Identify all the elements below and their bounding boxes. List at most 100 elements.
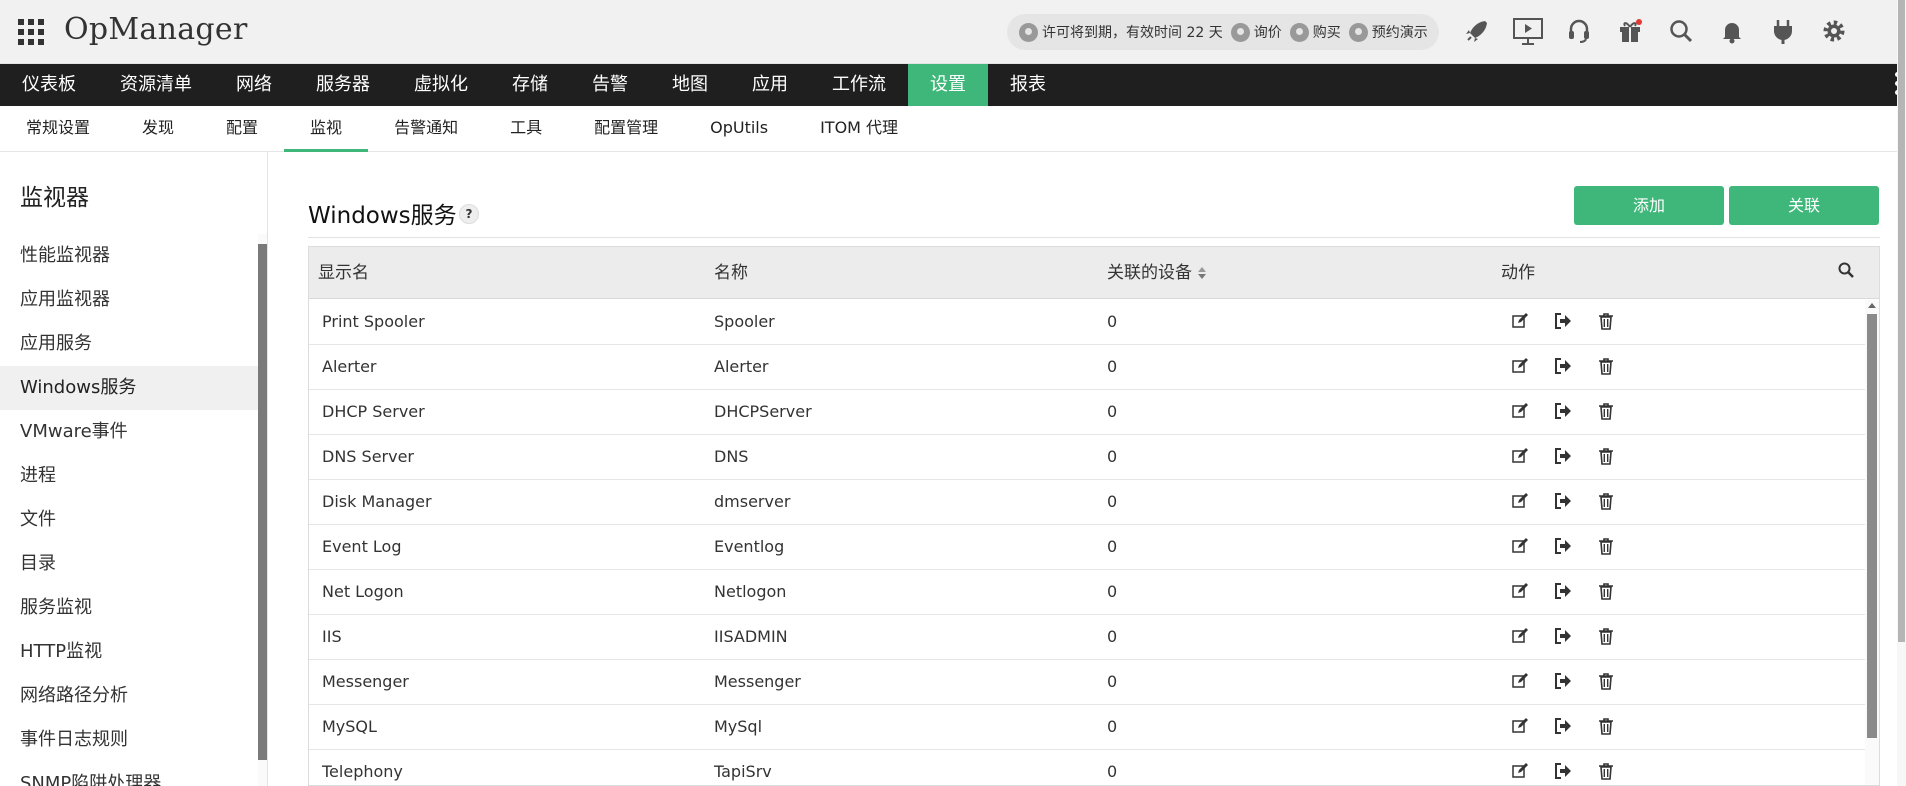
edit-icon[interactable] <box>1511 312 1531 332</box>
sidebar-scroll-thumb[interactable] <box>258 244 267 760</box>
trash-icon[interactable] <box>1597 312 1617 332</box>
sidebar-item[interactable]: VMware事件 <box>0 410 258 454</box>
sidebar-item[interactable]: 事件日志规则 <box>0 718 258 762</box>
trash-icon[interactable] <box>1597 447 1617 467</box>
table-row[interactable]: MySQL MySql 0 <box>309 705 1865 750</box>
move-icon[interactable] <box>1554 492 1574 512</box>
main-nav-item[interactable]: 应用 <box>730 64 810 106</box>
move-icon[interactable] <box>1554 672 1574 692</box>
sidebar-item[interactable]: SNMP陷阱处理器 <box>0 762 258 786</box>
scroll-up-arrow-icon[interactable] <box>1868 303 1876 308</box>
table-row[interactable]: Telephony TapiSrv 0 <box>309 750 1865 785</box>
move-icon[interactable] <box>1554 717 1574 737</box>
edit-icon[interactable] <box>1511 582 1531 602</box>
table-scrollbar[interactable] <box>1865 300 1879 785</box>
trash-icon[interactable] <box>1597 357 1617 377</box>
column-header-display-name[interactable]: 显示名 <box>318 247 369 299</box>
main-nav-item[interactable]: 告警 <box>570 64 650 106</box>
headset-icon[interactable] <box>1562 14 1596 48</box>
sidebar-item[interactable]: 应用服务 <box>0 322 258 366</box>
sub-nav-item[interactable]: 常规设置 <box>0 106 116 152</box>
gear-icon[interactable] <box>1817 14 1851 48</box>
trash-icon[interactable] <box>1597 492 1617 512</box>
main-nav-item[interactable]: 网络 <box>214 64 294 106</box>
main-nav-item[interactable]: 服务器 <box>294 64 392 106</box>
edit-icon[interactable] <box>1511 357 1531 377</box>
main-nav-item[interactable]: 虚拟化 <box>392 64 490 106</box>
help-icon[interactable]: ? <box>459 204 479 224</box>
sidebar-scrollbar[interactable] <box>258 234 267 786</box>
sub-nav-item[interactable]: 配置 <box>200 106 284 152</box>
add-button[interactable]: 添加 <box>1574 186 1724 225</box>
demo-link[interactable]: 预约演示 <box>1348 22 1428 42</box>
trash-icon[interactable] <box>1597 582 1617 602</box>
sidebar-item[interactable]: 文件 <box>0 498 258 542</box>
edit-icon[interactable] <box>1511 447 1531 467</box>
edit-icon[interactable] <box>1511 537 1531 557</box>
table-row[interactable]: IIS IISADMIN 0 <box>309 615 1865 660</box>
table-row[interactable]: Event Log Eventlog 0 <box>309 525 1865 570</box>
presentation-icon[interactable] <box>1511 14 1545 48</box>
plug-icon[interactable] <box>1766 14 1800 48</box>
sidebar-item[interactable]: Windows服务 <box>0 366 258 410</box>
main-nav-item[interactable]: 资源清单 <box>98 64 214 106</box>
move-icon[interactable] <box>1554 447 1574 467</box>
bell-icon[interactable] <box>1715 14 1749 48</box>
move-icon[interactable] <box>1554 402 1574 422</box>
sub-nav-item[interactable]: 告警通知 <box>368 106 484 152</box>
sidebar-item[interactable]: 目录 <box>0 542 258 586</box>
sub-nav-item[interactable]: 配置管理 <box>568 106 684 152</box>
associate-button[interactable]: 关联 <box>1729 186 1879 225</box>
main-nav-item[interactable]: 存储 <box>490 64 570 106</box>
sidebar-item[interactable]: HTTP监视 <box>0 630 258 674</box>
table-row[interactable]: Net Logon Netlogon 0 <box>309 570 1865 615</box>
gift-icon[interactable] <box>1613 14 1647 48</box>
sort-icon[interactable] <box>1198 266 1207 280</box>
app-grid-icon[interactable] <box>18 19 44 45</box>
table-search-icon[interactable] <box>1837 261 1859 283</box>
trash-icon[interactable] <box>1597 672 1617 692</box>
edit-icon[interactable] <box>1511 672 1531 692</box>
license-expiry[interactable]: 许可将到期，有效时间 22 天 <box>1019 22 1223 42</box>
move-icon[interactable] <box>1554 582 1574 602</box>
main-nav-item[interactable]: 报表 <box>988 64 1068 106</box>
table-row[interactable]: Messenger Messenger 0 <box>309 660 1865 705</box>
edit-icon[interactable] <box>1511 717 1531 737</box>
trash-icon[interactable] <box>1597 627 1617 647</box>
buy-link[interactable]: 购买 <box>1289 22 1341 42</box>
main-nav-item[interactable]: 工作流 <box>810 64 908 106</box>
trash-icon[interactable] <box>1597 717 1617 737</box>
trash-icon[interactable] <box>1597 402 1617 422</box>
sub-nav-item[interactable]: ITOM 代理 <box>794 106 924 152</box>
sidebar-item[interactable]: 进程 <box>0 454 258 498</box>
move-icon[interactable] <box>1554 537 1574 557</box>
sub-nav-item[interactable]: OpUtils <box>684 106 794 152</box>
search-icon[interactable] <box>1664 14 1698 48</box>
table-scroll-thumb[interactable] <box>1867 314 1877 738</box>
edit-icon[interactable] <box>1511 402 1531 422</box>
table-row[interactable]: Alerter Alerter 0 <box>309 345 1865 390</box>
sub-nav-item[interactable]: 工具 <box>484 106 568 152</box>
main-nav-item[interactable]: 仪表板 <box>0 64 98 106</box>
table-row[interactable]: Print Spooler Spooler 0 <box>309 300 1865 345</box>
window-scroll-thumb[interactable] <box>1898 0 1905 642</box>
sub-nav-item[interactable]: 发现 <box>116 106 200 152</box>
edit-icon[interactable] <box>1511 627 1531 647</box>
edit-icon[interactable] <box>1511 762 1531 782</box>
window-scrollbar[interactable] <box>1897 0 1906 786</box>
table-row[interactable]: DNS Server DNS 0 <box>309 435 1865 480</box>
sidebar-item[interactable]: 网络路径分析 <box>0 674 258 718</box>
move-icon[interactable] <box>1554 627 1574 647</box>
move-icon[interactable] <box>1554 762 1574 782</box>
trash-icon[interactable] <box>1597 537 1617 557</box>
move-icon[interactable] <box>1554 312 1574 332</box>
edit-icon[interactable] <box>1511 492 1531 512</box>
sidebar-item[interactable]: 服务监视 <box>0 586 258 630</box>
sidebar-item[interactable]: 应用监视器 <box>0 278 258 322</box>
move-icon[interactable] <box>1554 357 1574 377</box>
main-nav-item[interactable]: 地图 <box>650 64 730 106</box>
column-header-associated-devices[interactable]: 关联的设备 <box>1107 247 1207 299</box>
sidebar-item[interactable]: 性能监视器 <box>0 234 258 278</box>
rocket-icon[interactable] <box>1460 14 1494 48</box>
table-row[interactable]: DHCP Server DHCPServer 0 <box>309 390 1865 435</box>
